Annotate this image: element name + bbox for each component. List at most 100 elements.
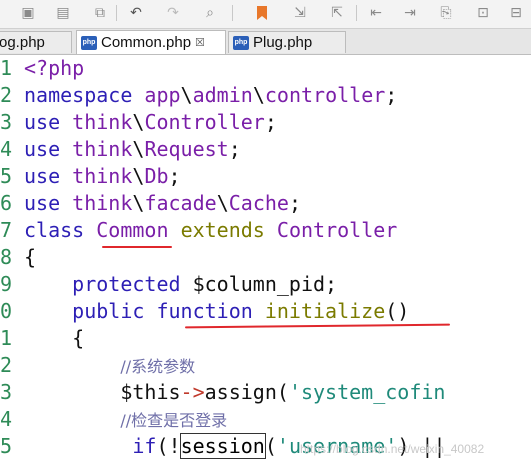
code-token: Controller bbox=[276, 218, 398, 242]
code-token: \ bbox=[132, 191, 145, 215]
comment-icon[interactable]: ⎘ bbox=[436, 3, 456, 23]
code-token: Db bbox=[144, 164, 169, 188]
code-token: ; bbox=[168, 164, 181, 188]
code-text: use think\Controller; bbox=[24, 109, 277, 136]
toolbar-separator bbox=[116, 5, 117, 21]
line-number: 3 bbox=[0, 110, 13, 134]
code-token: ( bbox=[264, 434, 277, 458]
code-token: Controller bbox=[144, 110, 265, 134]
code-token: 'system_cofin bbox=[288, 380, 446, 404]
line-number: 4 bbox=[0, 137, 13, 161]
tab-label: Common.php bbox=[101, 34, 192, 51]
code-line[interactable]: 4 //检查是否登录 bbox=[0, 406, 531, 433]
code-text: public function initialize() bbox=[24, 298, 409, 325]
code-token: public bbox=[72, 299, 145, 323]
code-text: class Common extends Controller bbox=[24, 217, 397, 244]
tab-og-php[interactable]: og.php bbox=[0, 31, 72, 53]
code-token: \ bbox=[252, 83, 265, 107]
code-line[interactable]: 4 use think\Request; bbox=[0, 136, 531, 163]
code-token: class bbox=[24, 218, 85, 242]
code-text: //检查是否登录 bbox=[24, 406, 227, 434]
code-text: use think\Db; bbox=[24, 163, 181, 190]
code-line[interactable]: 6 use think\facade\Cache; bbox=[0, 190, 531, 217]
code-token: <?php bbox=[24, 56, 85, 80]
code-token: if bbox=[132, 434, 157, 458]
code-token: think bbox=[72, 191, 133, 215]
indent-icon[interactable]: ⇲ bbox=[290, 3, 310, 23]
php-file-icon: php bbox=[233, 35, 249, 50]
close-icon[interactable]: ☒ bbox=[195, 36, 205, 49]
code-token: app bbox=[144, 83, 181, 107]
code-text: protected $column_pid; bbox=[24, 271, 337, 298]
code-token: use bbox=[24, 191, 61, 215]
code-token: assign( bbox=[204, 380, 289, 404]
code-line[interactable]: 5 use think\Db; bbox=[0, 163, 531, 190]
code-token: admin bbox=[192, 83, 253, 107]
code-token: \ bbox=[216, 191, 229, 215]
code-token: use bbox=[24, 110, 61, 134]
save-all-icon[interactable]: ▣ bbox=[18, 3, 38, 23]
code-text: { bbox=[24, 325, 84, 352]
code-editor[interactable]: 1 <?php 2 namespace app\admin\controller; 3 u… bbox=[0, 55, 531, 464]
more-icon[interactable]: ⊟ bbox=[506, 3, 526, 23]
export-icon[interactable]: ⧉ bbox=[90, 3, 110, 23]
tab-plug-php[interactable]: php Plug.php bbox=[228, 31, 346, 53]
code-token: use bbox=[24, 164, 61, 188]
uncomment-icon[interactable]: ⊡ bbox=[473, 3, 493, 23]
code-token: ; bbox=[325, 272, 338, 296]
outdent-icon[interactable]: ⇱ bbox=[327, 3, 347, 23]
redo-icon[interactable]: ↷ bbox=[163, 3, 183, 23]
go-start-icon[interactable]: ⇤ bbox=[366, 3, 386, 23]
code-token: \ bbox=[132, 137, 145, 161]
code-token: { bbox=[24, 245, 37, 269]
code-token: \ bbox=[132, 110, 145, 134]
tab-common-php[interactable]: php Common.php ☒ bbox=[76, 30, 226, 54]
code-text: //系统参数 bbox=[24, 352, 195, 380]
code-line[interactable]: 2 namespace app\admin\controller; bbox=[0, 82, 531, 109]
code-line[interactable]: 9 protected $column_pid; bbox=[0, 271, 531, 298]
code-line[interactable]: 0 public function initialize() bbox=[0, 298, 531, 325]
bookmark-icon[interactable] bbox=[252, 3, 272, 23]
code-line[interactable]: 8{ bbox=[0, 244, 531, 271]
save-icon[interactable]: ▤ bbox=[53, 3, 73, 23]
line-number: 1 bbox=[0, 56, 13, 80]
code-line[interactable]: 1 <?php bbox=[0, 55, 531, 82]
toolbar-separator bbox=[356, 5, 357, 21]
line-number: 5 bbox=[0, 164, 13, 188]
line-number: 3 bbox=[0, 380, 13, 404]
find-icon[interactable]: ⌕ bbox=[200, 3, 220, 23]
go-end-icon[interactable]: ⇥ bbox=[400, 3, 420, 23]
code-token: Common bbox=[96, 218, 169, 242]
code-token: think bbox=[72, 137, 133, 161]
php-file-icon: php bbox=[81, 35, 97, 50]
code-token: namespace bbox=[24, 83, 133, 107]
code-token: $this bbox=[120, 380, 181, 404]
line-number: 9 bbox=[0, 272, 13, 296]
code-token: ; bbox=[228, 137, 241, 161]
code-line[interactable]: 1 { bbox=[0, 325, 531, 352]
code-line[interactable]: 7 class Common extends Controller bbox=[0, 217, 531, 244]
code-token: \ bbox=[180, 83, 193, 107]
toolbar-separator bbox=[232, 5, 233, 21]
code-line[interactable]: 3 use think\Controller; bbox=[0, 109, 531, 136]
code-line[interactable]: 2 //系统参数 bbox=[0, 352, 531, 379]
undo-icon[interactable]: ↶ bbox=[126, 3, 146, 23]
code-text: use think\facade\Cache; bbox=[24, 190, 301, 217]
code-line[interactable]: 3 $this->assign('system_cofin bbox=[0, 379, 531, 406]
code-token: \ bbox=[132, 164, 145, 188]
code-token: -> bbox=[180, 380, 205, 404]
code-text: $this->assign('system_cofin bbox=[24, 379, 445, 406]
code-token: think bbox=[72, 164, 133, 188]
code-token: ; bbox=[264, 110, 277, 134]
